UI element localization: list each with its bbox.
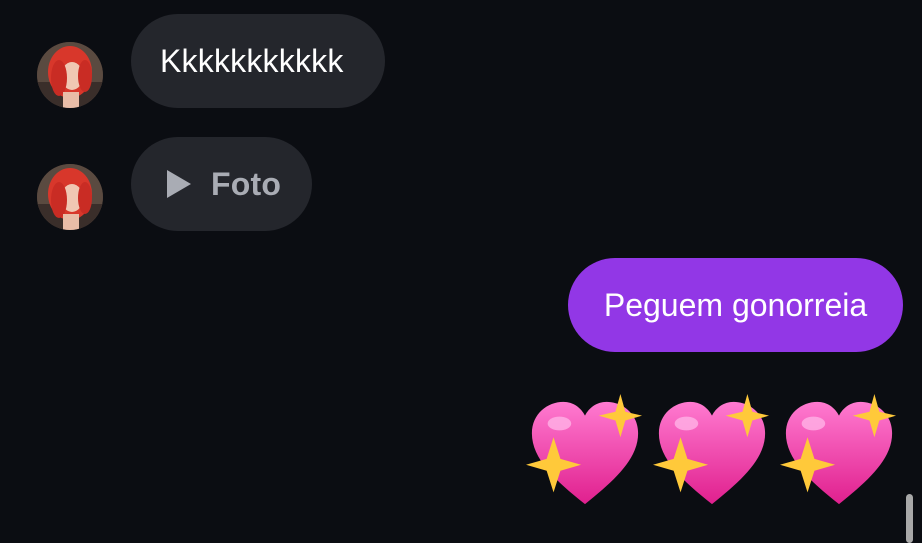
sparkling-heart-icon: [526, 394, 644, 512]
attachment-label: Foto: [211, 165, 282, 202]
message-text: Peguem gonorreia: [603, 286, 868, 323]
message-text: Kkkkkkkkkkk: [160, 42, 344, 79]
scrollbar[interactable]: [906, 494, 913, 543]
photo-attachment-bubble[interactable]: Foto: [131, 137, 312, 231]
sparkling-heart-icon: [653, 394, 771, 512]
outgoing-message-bubble[interactable]: Peguem gonorreia: [568, 258, 903, 352]
avatar-photo: [37, 42, 103, 108]
chat-screen: Kkkkkkkkkkk Foto Peguem gonorreia: [0, 0, 922, 543]
play-icon: [167, 170, 191, 198]
incoming-message-bubble[interactable]: Kkkkkkkkkkk: [131, 14, 385, 108]
sender-avatar[interactable]: [37, 42, 103, 108]
sender-avatar[interactable]: [37, 164, 103, 230]
sparkling-heart-icon: [780, 394, 898, 512]
outgoing-emoji-message[interactable]: [526, 394, 898, 514]
avatar-photo: [37, 164, 103, 230]
